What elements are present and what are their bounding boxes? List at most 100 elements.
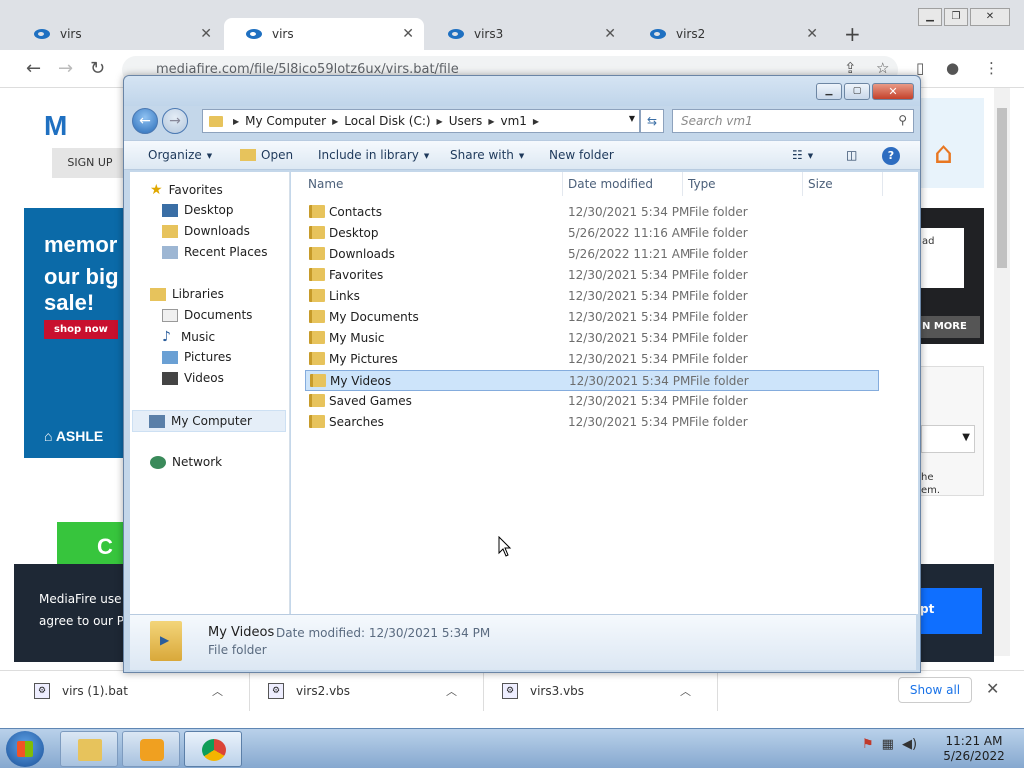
nav-music[interactable]: ♪ Music [162, 329, 215, 345]
search-input[interactable]: Search vm1 ⚲ [672, 109, 914, 133]
nav-documents[interactable]: Documents [162, 308, 252, 322]
breadcrumb-item[interactable]: Users [449, 114, 483, 128]
chevron-right-icon[interactable]: ▶ [533, 117, 539, 126]
chevron-down-icon[interactable]: ▼ [629, 114, 635, 123]
table-row[interactable]: My Music 12/30/2021 5:34 PM File folder [305, 328, 879, 349]
table-row[interactable]: Favorites 12/30/2021 5:34 PM File folder [305, 265, 879, 286]
table-row[interactable]: Downloads 5/26/2022 11:21 AM File folder [305, 244, 879, 265]
minimize-icon[interactable]: ▁ [918, 8, 942, 26]
table-row[interactable]: Saved Games 12/30/2021 5:34 PM File folder [305, 391, 879, 412]
refresh-icon[interactable]: ⇆ [640, 109, 664, 133]
column-header-type[interactable]: Type [683, 172, 803, 196]
chevron-up-icon[interactable]: ︿ [680, 683, 691, 699]
table-row[interactable]: My Pictures 12/30/2021 5:34 PM File folder [305, 349, 879, 370]
ad-banner-right[interactable]: ⌂ [920, 98, 984, 188]
learn-more-button[interactable]: N MORE [920, 316, 980, 338]
download-item-2[interactable]: ⚙ virs3.vbs ︿ [484, 671, 718, 711]
taskbar-chrome[interactable] [184, 731, 242, 767]
back-icon[interactable]: ← [26, 58, 41, 79]
ad-banner-left[interactable]: memor our big sale! shop now ⌂ ASHLE [24, 208, 128, 458]
taskbar-explorer[interactable] [60, 731, 118, 767]
view-options-icon[interactable]: ☷ ▼ [792, 148, 813, 162]
new-tab-icon[interactable]: + [844, 22, 861, 46]
action-center-icon[interactable]: ⚑ [862, 737, 874, 752]
preview-pane-icon[interactable]: ◫ [846, 148, 857, 162]
chevron-right-icon[interactable]: ▶ [488, 117, 494, 126]
table-row[interactable]: My Documents 12/30/2021 5:34 PM File folde… [305, 307, 879, 328]
nav-libraries[interactable]: Libraries [150, 287, 224, 301]
nav-my-computer[interactable]: My Computer [132, 410, 286, 432]
tab-close-icon[interactable]: ✕ [806, 26, 818, 42]
chevron-right-icon[interactable]: ▶ [332, 117, 338, 126]
close-icon[interactable]: ✕ [970, 8, 1010, 26]
nav-favorites[interactable]: ★ Favorites [150, 182, 223, 198]
taskbar-media-player[interactable] [122, 731, 180, 767]
open-button[interactable]: Open [240, 148, 293, 162]
tab-label: virs3 [474, 27, 504, 41]
volume-icon[interactable]: ◀) [902, 737, 917, 752]
organize-button[interactable]: Organize ▼ [148, 148, 212, 162]
signup-button[interactable]: SIGN UP [52, 148, 128, 178]
nav-desktop[interactable]: Desktop [162, 203, 234, 217]
show-all-button[interactable]: Show all [898, 677, 972, 703]
table-row[interactable]: My Videos 12/30/2021 5:34 PM File folder [305, 370, 879, 391]
tab-close-icon[interactable]: ✕ [402, 26, 414, 42]
chevron-right-icon[interactable]: ▶ [233, 117, 239, 126]
table-row[interactable]: Searches 12/30/2021 5:34 PM File folder [305, 412, 879, 433]
nav-videos[interactable]: Videos [162, 371, 224, 385]
table-row[interactable]: Desktop 5/26/2022 11:16 AM File folder [305, 223, 879, 244]
network-icon[interactable]: ▦ [882, 737, 894, 752]
nav-pictures[interactable]: Pictures [162, 350, 232, 364]
chevron-up-icon[interactable]: ︿ [446, 683, 457, 699]
side-panel-icon[interactable]: ▯ [916, 59, 924, 77]
close-icon[interactable]: ✕ [872, 83, 914, 100]
explorer-title-bar[interactable]: ▁ ▢ ✕ [124, 76, 920, 106]
minimize-icon[interactable]: ▁ [816, 83, 842, 100]
menu-kebab-icon[interactable]: ⋮ [984, 59, 999, 77]
column-header-name[interactable]: Name [303, 172, 563, 196]
browser-tab-3[interactable]: virs2 ✕ [628, 18, 828, 50]
nav-downloads[interactable]: Downloads [162, 224, 250, 238]
row-type: File folder [689, 352, 748, 366]
column-header-date[interactable]: Date modified [563, 172, 683, 196]
help-icon[interactable]: ? [882, 147, 900, 165]
download-item-0[interactable]: ⚙ virs (1).bat ︿ [0, 671, 250, 711]
back-icon[interactable]: ← [132, 108, 158, 134]
breadcrumb-item[interactable]: Local Disk (C:) [344, 114, 430, 128]
include-in-library-button[interactable]: Include in library ▼ [318, 148, 429, 162]
search-icon[interactable]: ⚲ [898, 113, 907, 127]
maximize-icon[interactable]: ▢ [844, 83, 870, 100]
column-header-size[interactable]: Size [803, 172, 883, 196]
clock[interactable]: 11:21 AM 5/26/2022 [934, 734, 1014, 764]
scrollbar-thumb[interactable] [997, 108, 1007, 268]
table-row[interactable]: Links 12/30/2021 5:34 PM File folder [305, 286, 879, 307]
browser-tab-1[interactable]: virs ✕ [224, 18, 424, 50]
browser-tab-2[interactable]: virs3 ✕ [426, 18, 626, 50]
browser-tab-0[interactable]: virs ✕ [12, 18, 222, 50]
new-folder-button[interactable]: New folder [549, 148, 614, 162]
forward-icon[interactable]: → [58, 58, 73, 79]
download-item-1[interactable]: ⚙ virs2.vbs ︿ [250, 671, 484, 711]
table-row[interactable]: Contacts 12/30/2021 5:34 PM File folder [305, 202, 879, 223]
start-button[interactable] [6, 731, 44, 767]
breadcrumb-item[interactable]: vm1 [500, 114, 526, 128]
tab-close-icon[interactable]: ✕ [200, 26, 212, 42]
chevron-up-icon[interactable]: ︿ [212, 683, 223, 699]
nav-network[interactable]: Network [150, 455, 222, 469]
mediafire-logo[interactable]: M [44, 110, 67, 142]
dropdown[interactable]: ▼ [921, 425, 975, 453]
explorer-address-bar[interactable]: ▶ My Computer ▶ Local Disk (C:) ▶ Users … [202, 109, 640, 133]
libraries-icon [150, 287, 166, 301]
reload-icon[interactable]: ↻ [90, 58, 105, 79]
nav-recent-places[interactable]: Recent Places [162, 245, 267, 259]
close-icon[interactable]: ✕ [986, 679, 999, 698]
breadcrumb-item[interactable]: My Computer [245, 114, 326, 128]
chevron-right-icon[interactable]: ▶ [437, 117, 443, 126]
tab-close-icon[interactable]: ✕ [604, 26, 616, 42]
ad-shop-button[interactable]: shop now [44, 320, 118, 339]
page-scrollbar[interactable] [994, 88, 1010, 656]
profile-icon[interactable]: ● [946, 59, 959, 77]
restore-icon[interactable]: ❐ [944, 8, 968, 26]
share-with-button[interactable]: Share with ▼ [450, 148, 524, 162]
forward-icon[interactable]: → [162, 108, 188, 134]
